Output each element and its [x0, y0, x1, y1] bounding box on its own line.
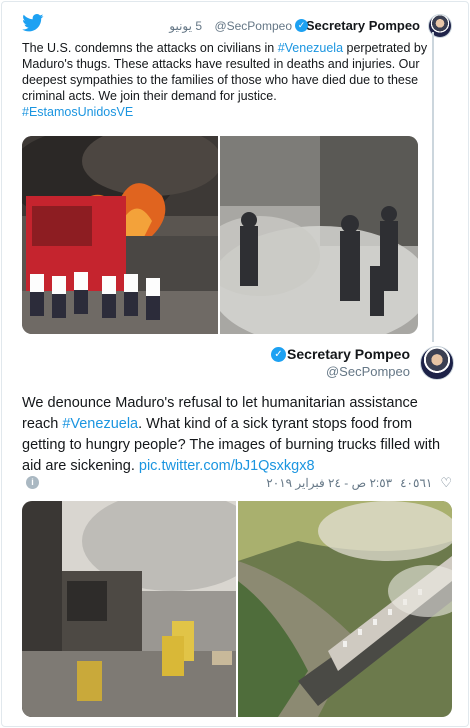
hashtag-link[interactable]: #EstamosUnidosVE [22, 105, 133, 119]
burnt-truck-photo[interactable] [22, 501, 236, 717]
media-link[interactable]: pic.twitter.com/bJ1Qsxkgx8 [139, 458, 315, 474]
author-handle[interactable]: @SecPompeo [326, 364, 410, 379]
tweet-card: Secretary Pompeo ✓ @SecPompeo 5 يونيو Th… [1, 1, 469, 727]
like-count: ٤٠٥٦١ [400, 476, 433, 490]
main-media[interactable] [22, 501, 452, 717]
main-tweet-text: We denounce Maduro's refusal to let huma… [22, 393, 452, 477]
quoted-tweet-text: The U.S. condemns the attacks on civilia… [22, 40, 442, 120]
verified-badge-icon: ✓ [271, 347, 286, 362]
quoted-tweet[interactable]: Secretary Pompeo ✓ @SecPompeo 5 يونيو Th… [14, 14, 452, 342]
author-name[interactable]: Secretary Pompeo [306, 18, 420, 33]
thread-connector [432, 32, 434, 342]
tweet-time[interactable]: 5 يونيو [169, 19, 202, 33]
text-part: The U.S. condemns the attacks on civilia… [22, 41, 278, 55]
verified-badge-icon: ✓ [295, 19, 308, 32]
tweet-meta: i ♡ ٤٠٥٦١ ٢:٥٣ ص - ٢٤ فبراير ٢٠١٩ [22, 474, 452, 492]
main-tweet-header: Secretary Pompeo ✓ @SecPompeo [14, 344, 454, 384]
timestamp[interactable]: ٢:٥٣ ص - ٢٤ فبراير ٢٠١٩ [266, 476, 392, 490]
avatar[interactable] [420, 346, 454, 380]
quoted-media[interactable] [22, 136, 418, 334]
quoted-header: Secretary Pompeo ✓ @SecPompeo 5 يونيو [14, 14, 452, 40]
bridge-crowd-photo[interactable] [238, 501, 452, 717]
heart-icon[interactable]: ♡ [440, 475, 452, 491]
hashtag-link[interactable]: #Venezuela [278, 41, 343, 55]
author-handle[interactable]: @SecPompeo [214, 19, 292, 33]
info-icon[interactable]: i [26, 476, 39, 489]
author-name[interactable]: Secretary Pompeo [287, 346, 410, 362]
tear-gas-protest-photo[interactable] [220, 136, 418, 334]
hashtag-link[interactable]: #Venezuela [62, 416, 138, 432]
meta-text: ♡ ٤٠٥٦١ ٢:٥٣ ص - ٢٤ فبراير ٢٠١٩ [266, 475, 452, 491]
burning-bus-photo[interactable] [22, 136, 218, 334]
